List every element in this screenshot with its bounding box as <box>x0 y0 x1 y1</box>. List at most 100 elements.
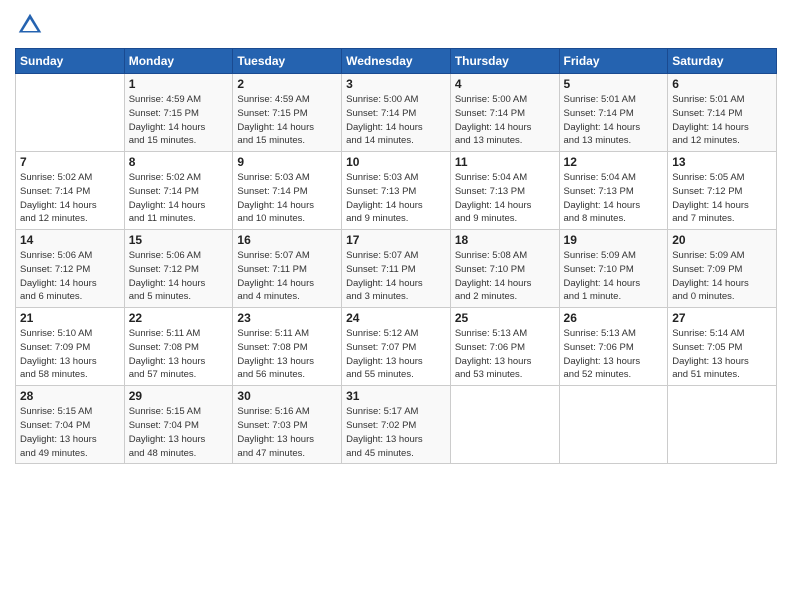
col-header-sunday: Sunday <box>16 49 125 74</box>
day-info: Sunrise: 5:15 AM Sunset: 7:04 PM Dayligh… <box>20 405 120 460</box>
day-cell: 24 Sunrise: 5:12 AM Sunset: 7:07 PM Dayli… <box>342 308 451 386</box>
day-info: Sunrise: 5:01 AM Sunset: 7:14 PM Dayligh… <box>564 93 664 148</box>
day-number: 13 <box>672 155 772 169</box>
day-cell: 14 Sunrise: 5:06 AM Sunset: 7:12 PM Dayli… <box>16 230 125 308</box>
day-cell: 6Sunrise: 5:01 AM Sunset: 7:14 PM Daylig… <box>668 74 777 152</box>
day-info: Sunrise: 5:11 AM Sunset: 7:08 PM Dayligh… <box>129 327 229 382</box>
day-info: Sunrise: 5:12 AM Sunset: 7:07 PM Dayligh… <box>346 327 446 382</box>
day-info: Sunrise: 5:05 AM Sunset: 7:12 PM Dayligh… <box>672 171 772 226</box>
day-number: 21 <box>20 311 120 325</box>
day-number: 12 <box>564 155 664 169</box>
day-number: 10 <box>346 155 446 169</box>
day-info: Sunrise: 5:00 AM Sunset: 7:14 PM Dayligh… <box>346 93 446 148</box>
day-cell: 31 Sunrise: 5:17 AM Sunset: 7:02 PM Dayli… <box>342 386 451 464</box>
day-info: Sunrise: 5:13 AM Sunset: 7:06 PM Dayligh… <box>455 327 555 382</box>
day-number: 25 <box>455 311 555 325</box>
day-cell: 20 Sunrise: 5:09 AM Sunset: 7:09 PM Dayli… <box>668 230 777 308</box>
day-number: 3 <box>346 77 446 91</box>
day-number: 26 <box>564 311 664 325</box>
day-info: Sunrise: 5:16 AM Sunset: 7:03 PM Dayligh… <box>237 405 337 460</box>
week-row-4: 21 Sunrise: 5:10 AM Sunset: 7:09 PM Dayli… <box>16 308 777 386</box>
day-number: 20 <box>672 233 772 247</box>
week-row-3: 14 Sunrise: 5:06 AM Sunset: 7:12 PM Dayli… <box>16 230 777 308</box>
day-number: 16 <box>237 233 337 247</box>
logo <box>15 10 49 40</box>
day-cell <box>16 74 125 152</box>
day-cell: 2 Sunrise: 4:59 AM Sunset: 7:15 PM Daylig… <box>233 74 342 152</box>
day-cell <box>450 386 559 464</box>
day-cell: 15 Sunrise: 5:06 AM Sunset: 7:12 PM Dayli… <box>124 230 233 308</box>
day-cell: 19Sunrise: 5:09 AM Sunset: 7:10 PM Dayli… <box>559 230 668 308</box>
day-number: 27 <box>672 311 772 325</box>
day-cell: 12 Sunrise: 5:04 AM Sunset: 7:13 PM Dayli… <box>559 152 668 230</box>
day-cell: 1Sunrise: 4:59 AM Sunset: 7:15 PM Daylig… <box>124 74 233 152</box>
day-cell: 7 Sunrise: 5:02 AM Sunset: 7:14 PM Daylig… <box>16 152 125 230</box>
day-cell: 29 Sunrise: 5:15 AM Sunset: 7:04 PM Dayli… <box>124 386 233 464</box>
calendar-header-row: SundayMondayTuesdayWednesdayThursdayFrid… <box>16 49 777 74</box>
col-header-wednesday: Wednesday <box>342 49 451 74</box>
day-info: Sunrise: 5:04 AM Sunset: 7:13 PM Dayligh… <box>564 171 664 226</box>
day-cell: 10 Sunrise: 5:03 AM Sunset: 7:13 PM Dayli… <box>342 152 451 230</box>
week-row-5: 28 Sunrise: 5:15 AM Sunset: 7:04 PM Dayli… <box>16 386 777 464</box>
day-info: Sunrise: 5:06 AM Sunset: 7:12 PM Dayligh… <box>20 249 120 304</box>
day-number: 18 <box>455 233 555 247</box>
day-number: 19 <box>564 233 664 247</box>
day-info: Sunrise: 5:06 AM Sunset: 7:12 PM Dayligh… <box>129 249 229 304</box>
day-number: 4 <box>455 77 555 91</box>
day-cell: 17 Sunrise: 5:07 AM Sunset: 7:11 PM Dayli… <box>342 230 451 308</box>
day-info: Sunrise: 5:14 AM Sunset: 7:05 PM Dayligh… <box>672 327 772 382</box>
day-info: Sunrise: 5:08 AM Sunset: 7:10 PM Dayligh… <box>455 249 555 304</box>
week-row-2: 7 Sunrise: 5:02 AM Sunset: 7:14 PM Daylig… <box>16 152 777 230</box>
day-cell <box>668 386 777 464</box>
day-number: 7 <box>20 155 120 169</box>
day-number: 9 <box>237 155 337 169</box>
day-number: 17 <box>346 233 446 247</box>
day-number: 29 <box>129 389 229 403</box>
col-header-thursday: Thursday <box>450 49 559 74</box>
day-info: Sunrise: 4:59 AM Sunset: 7:15 PM Dayligh… <box>237 93 337 148</box>
header <box>15 10 777 40</box>
day-info: Sunrise: 5:10 AM Sunset: 7:09 PM Dayligh… <box>20 327 120 382</box>
day-info: Sunrise: 5:02 AM Sunset: 7:14 PM Dayligh… <box>20 171 120 226</box>
logo-icon <box>15 10 45 40</box>
day-info: Sunrise: 5:03 AM Sunset: 7:13 PM Dayligh… <box>346 171 446 226</box>
day-number: 15 <box>129 233 229 247</box>
day-info: Sunrise: 5:03 AM Sunset: 7:14 PM Dayligh… <box>237 171 337 226</box>
day-cell: 23Sunrise: 5:11 AM Sunset: 7:08 PM Dayli… <box>233 308 342 386</box>
day-number: 11 <box>455 155 555 169</box>
day-cell: 27 Sunrise: 5:14 AM Sunset: 7:05 PM Dayli… <box>668 308 777 386</box>
col-header-friday: Friday <box>559 49 668 74</box>
day-info: Sunrise: 5:09 AM Sunset: 7:09 PM Dayligh… <box>672 249 772 304</box>
day-number: 23 <box>237 311 337 325</box>
day-number: 30 <box>237 389 337 403</box>
day-info: Sunrise: 5:07 AM Sunset: 7:11 PM Dayligh… <box>346 249 446 304</box>
day-cell: 9 Sunrise: 5:03 AM Sunset: 7:14 PM Daylig… <box>233 152 342 230</box>
day-cell: 22Sunrise: 5:11 AM Sunset: 7:08 PM Dayli… <box>124 308 233 386</box>
day-number: 31 <box>346 389 446 403</box>
day-cell: 28 Sunrise: 5:15 AM Sunset: 7:04 PM Dayli… <box>16 386 125 464</box>
day-cell: 18 Sunrise: 5:08 AM Sunset: 7:10 PM Dayli… <box>450 230 559 308</box>
day-info: Sunrise: 5:07 AM Sunset: 7:11 PM Dayligh… <box>237 249 337 304</box>
day-info: Sunrise: 5:02 AM Sunset: 7:14 PM Dayligh… <box>129 171 229 226</box>
day-info: Sunrise: 5:13 AM Sunset: 7:06 PM Dayligh… <box>564 327 664 382</box>
day-info: Sunrise: 5:17 AM Sunset: 7:02 PM Dayligh… <box>346 405 446 460</box>
page-container: SundayMondayTuesdayWednesdayThursdayFrid… <box>0 0 792 474</box>
day-number: 5 <box>564 77 664 91</box>
day-cell: 5 Sunrise: 5:01 AM Sunset: 7:14 PM Daylig… <box>559 74 668 152</box>
day-cell: 4 Sunrise: 5:00 AM Sunset: 7:14 PM Daylig… <box>450 74 559 152</box>
day-number: 2 <box>237 77 337 91</box>
day-info: Sunrise: 5:15 AM Sunset: 7:04 PM Dayligh… <box>129 405 229 460</box>
calendar-table: SundayMondayTuesdayWednesdayThursdayFrid… <box>15 48 777 464</box>
col-header-monday: Monday <box>124 49 233 74</box>
day-info: Sunrise: 5:00 AM Sunset: 7:14 PM Dayligh… <box>455 93 555 148</box>
col-header-saturday: Saturday <box>668 49 777 74</box>
day-number: 14 <box>20 233 120 247</box>
day-cell: 16 Sunrise: 5:07 AM Sunset: 7:11 PM Dayli… <box>233 230 342 308</box>
day-number: 24 <box>346 311 446 325</box>
day-info: Sunrise: 5:04 AM Sunset: 7:13 PM Dayligh… <box>455 171 555 226</box>
day-cell: 13 Sunrise: 5:05 AM Sunset: 7:12 PM Dayli… <box>668 152 777 230</box>
day-cell: 3 Sunrise: 5:00 AM Sunset: 7:14 PM Daylig… <box>342 74 451 152</box>
day-cell: 11 Sunrise: 5:04 AM Sunset: 7:13 PM Dayli… <box>450 152 559 230</box>
day-cell: 25 Sunrise: 5:13 AM Sunset: 7:06 PM Dayli… <box>450 308 559 386</box>
day-number: 28 <box>20 389 120 403</box>
